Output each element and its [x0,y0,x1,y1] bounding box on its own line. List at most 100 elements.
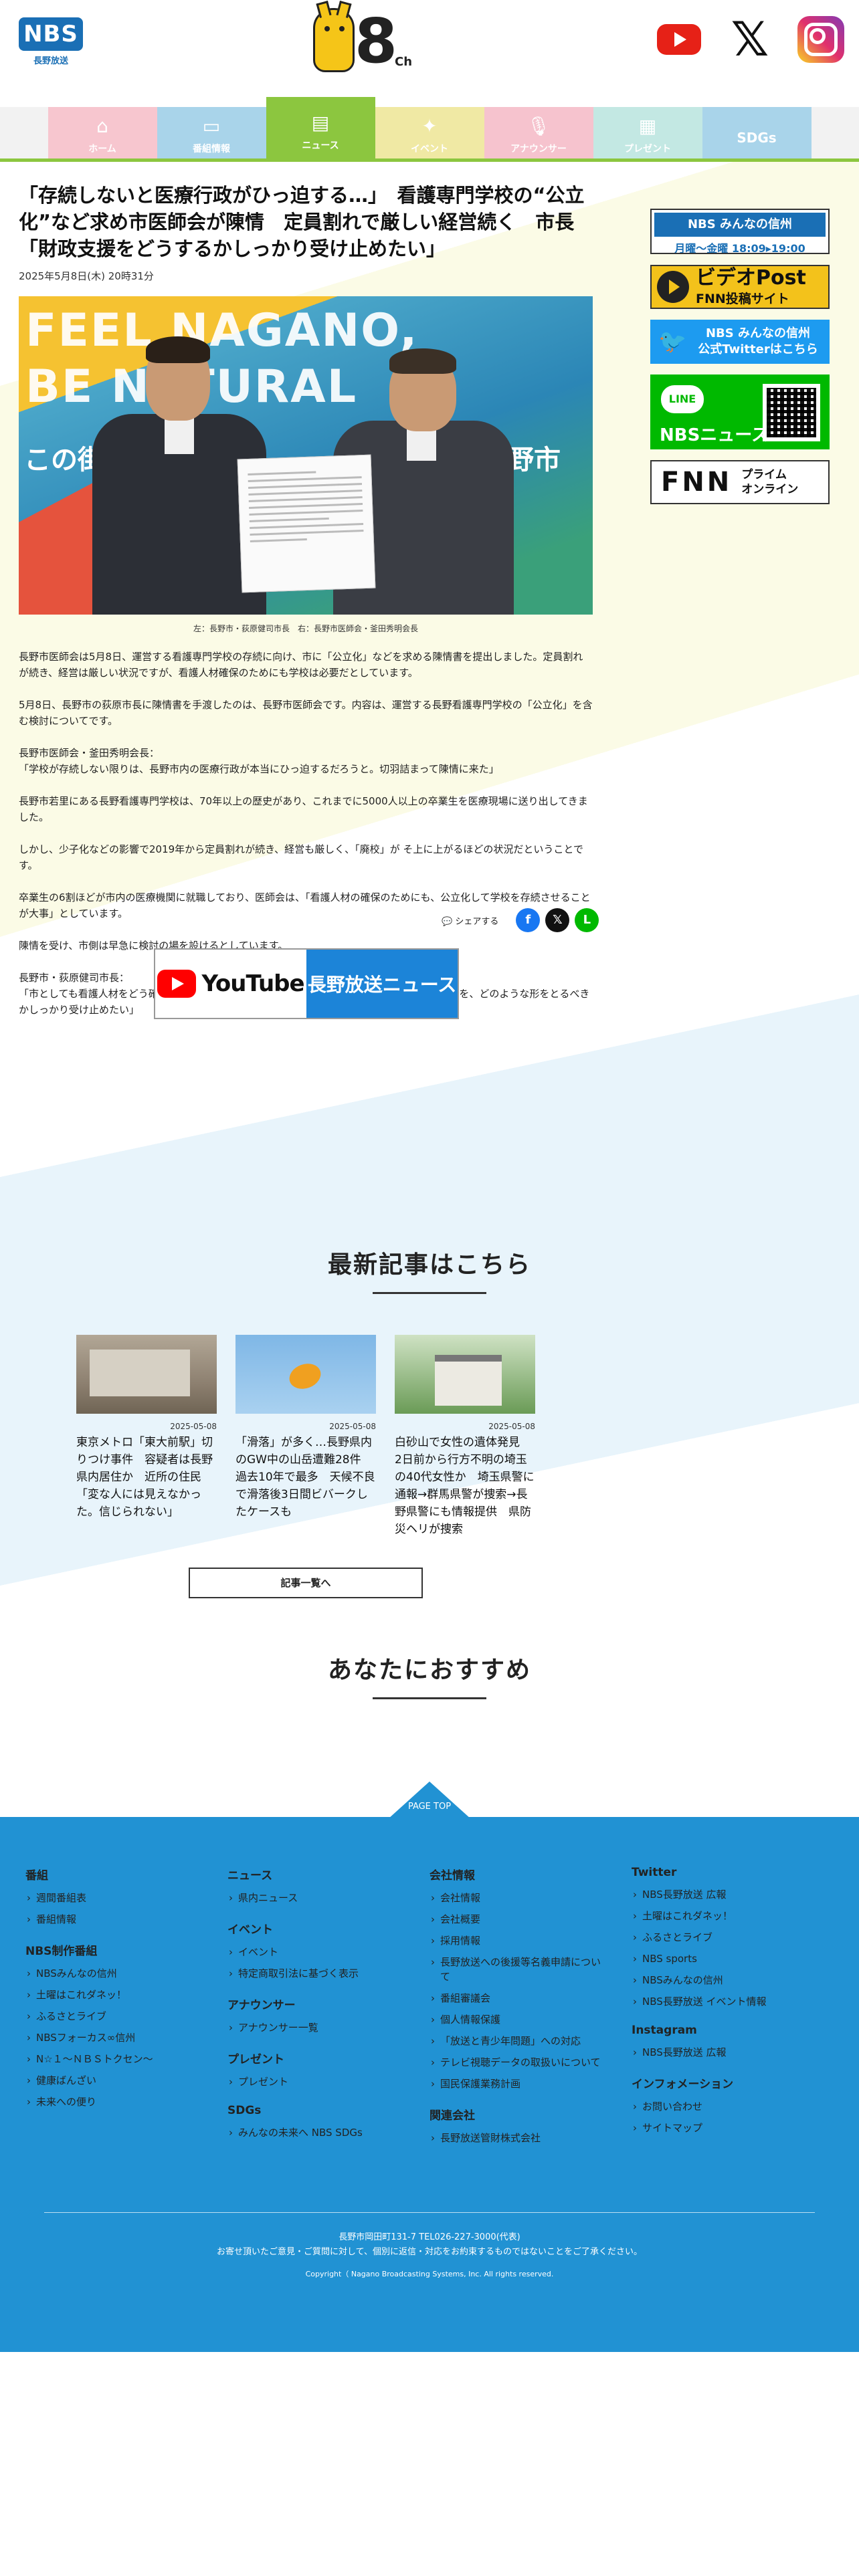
footer-link[interactable]: 番組審議会 [430,1991,610,2006]
youtube-icon [157,970,197,998]
footer-link[interactable]: NBS長野放送 広報 [632,2045,812,2060]
channel-8-logo[interactable]: 8 Ch [313,1,420,75]
article-paragraph: 長野市医師会は5月8日、運営する看護専門学校の存続に向け、市に「公立化」などを求… [19,651,583,679]
footer-link[interactable]: 長野放送管財株式会社 [430,2131,610,2145]
footer-link[interactable]: 週間番組表 [25,1891,206,1905]
banner-text: NBS みんなの信州 公式Twitterはこちら [698,326,818,356]
footer-link[interactable]: 番組情報 [25,1912,206,1927]
footer-link[interactable]: 採用情報 [430,1933,610,1948]
footer-link[interactable]: 国民保護業務計画 [430,2076,610,2091]
footer-heading: 会社情報 [430,1869,475,1883]
footer-column-1: 番組 週間番組表 番組情報 NBS制作番組 NBSみんなの信州 土曜はこれダネッ… [25,1862,206,2124]
footer-link[interactable]: 会社概要 [430,1912,610,1927]
footer-link[interactable]: アナウンサー一覧 [227,2020,408,2035]
footer-link[interactable]: 長野放送への後援等名義申請について [430,1955,610,1984]
line-news-banner[interactable]: LINE NBSニュース [650,374,830,449]
footer-link[interactable]: NBSフォーカス∞信州 [25,2030,206,2045]
footer-link[interactable]: 土曜はこれダネッ！ [25,1988,206,2002]
fnn-prime-banner[interactable]: FNN プライム オンライン [650,460,830,504]
article: 「存続しないと医療行政がひっ迫する…」 看護専門学校の“公立化”など求め市医師会… [19,182,593,1034]
nav-item-programs[interactable]: ▭ 番組情報 [157,107,266,158]
article-paragraph: 長野市医師会・釜田秀明会長： 「学校が存続しない限りは、長野市内の医療行政が本当… [19,747,499,775]
footer-link[interactable]: NBS長野放送 イベント情報 [632,1994,812,2009]
footer-link[interactable]: みんなの未来へ NBS SDGs [227,2125,408,2140]
minna-no-shinshu-banner[interactable]: NBS みんなの信州 月曜～金曜 18:09▸19:00 [650,209,830,254]
twitter-bird-icon: 🐦 [658,328,687,355]
nav-item-home[interactable]: ⌂ ホーム [47,107,157,158]
footer-link[interactable]: 未来への便り [25,2095,206,2109]
twitter-banner[interactable]: 🐦 NBS みんなの信州 公式Twitterはこちら [650,320,830,364]
share-label: 💬 シェアする [442,916,499,927]
all-articles-button[interactable]: 記事一覧へ [189,1568,423,1598]
youtube-icon[interactable] [657,16,701,63]
footer-address: 長野市岡田町131-7 TEL026-227-3000(代表) [339,2232,520,2242]
nav-item-announcers[interactable]: 🎙 アナウンサー [484,107,593,158]
footer-link[interactable]: N☆１～ＮＢＳトクセン～ [25,2052,206,2066]
article-photo: FEEL NAGANO, BE NATURAL この街 野市 [19,296,593,615]
x-share-icon[interactable]: 𝕏 [545,908,570,932]
footer-link[interactable]: お問い合わせ [632,2099,812,2114]
footer-divider [44,2212,815,2213]
instagram-icon[interactable] [797,16,844,63]
footer-column-2: ニュース 県内ニュース イベント イベント 特定商取引法に基づく表示 アナウンサ… [227,1862,408,2155]
page-top-button[interactable]: PAGE TOP [388,1782,471,1819]
nav-item-news[interactable]: ▤ ニュース [266,97,375,158]
x-icon[interactable]: 𝕏 [727,16,773,63]
footer-link[interactable]: イベント [227,1945,408,1959]
article-paragraph: 長野市若里にある長野看護専門学校は、70年以上の歴史があり、これまでに5000人… [19,795,588,823]
nav-item-label: ニュース [302,140,339,151]
footer-link[interactable]: 「放送と青少年問題」への対応 [430,2034,610,2048]
footer-heading: 関連会社 [430,2109,475,2123]
footer-heading: Twitter [632,1866,677,1879]
footer-link[interactable]: 特定商取引法に基づく表示 [227,1966,408,1981]
footer-link[interactable]: プレゼント [227,2074,408,2089]
article-card-date: 2025-05-08 [329,1422,376,1431]
video-post-banner[interactable]: ビデオPost FNN投稿サイト [650,265,830,309]
article-thumbnail [395,1335,535,1414]
photo-backdrop-text: 野市 [507,445,561,475]
footer-link[interactable]: 県内ニュース [227,1891,408,1905]
footer-link[interactable]: 健康ばんざい [25,2073,206,2088]
footer-heading: 番組 [25,1869,48,1883]
footer-link[interactable]: テレビ視聴データの取扱いについて [430,2055,610,2070]
footer-notice: お寄せ頂いたご意見・ご質問に対して、個別に返信・対応をお約束するものではないこと… [217,2247,642,2257]
nav-item-sdgs[interactable]: SDGs [702,107,812,158]
nav-item-events[interactable]: ✦ イベント [375,107,484,158]
footer-link[interactable]: NBS sports [632,1951,812,1966]
footer-column-3: 会社情報 会社情報 会社概要 採用情報 長野放送への後援等名義申請について 番組… [430,1862,610,2160]
facebook-share-icon[interactable]: f [516,908,541,932]
footer-heading: プレゼント [227,2053,284,2066]
footer-heading: イベント [227,1923,273,1937]
latest-section-title: 最新記事はこちら [0,1245,859,1294]
sidebar: NBS みんなの信州 月曜～金曜 18:09▸19:00 ビデオPost FNN… [650,209,830,515]
footer-link[interactable]: NBSみんなの信州 [25,1966,206,1981]
qr-code-icon [763,384,820,441]
footer-link[interactable]: ふるさとライブ [632,1930,812,1945]
youtube-channel-banner[interactable]: YouTube 長野放送ニュース [154,948,459,1019]
footer-link[interactable]: 土曜はこれダネッ！ [632,1909,812,1923]
article-card[interactable]: 2025-05-08 「滑落」が多く…長野県内のGW中の山岳遭難28件 過去10… [235,1335,376,1538]
nbs-logo[interactable]: NBS 長野放送 [19,17,83,66]
banner-subtitle: FNN投稿サイト [696,291,789,306]
banner-title: ビデオPost [696,265,806,290]
footer-link[interactable]: サイトマップ [632,2121,812,2135]
youtube-wordmark: YouTube [201,970,304,997]
footer-link[interactable]: 個人情報保護 [430,2012,610,2027]
footer-heading: インフォメーション [632,2078,734,2091]
banner-subtitle: プライム オンライン [741,468,799,496]
mic-icon: 🎙 [527,115,551,137]
footer-link[interactable]: ふるさとライブ [25,2009,206,2024]
home-icon: ⌂ [96,115,108,137]
footer-link[interactable]: NBS長野放送 広報 [632,1887,812,1902]
article-title: 「存続しないと医療行政がひっ迫する…」 看護専門学校の“公立化”など求め市医師会… [19,184,585,260]
nav-item-present[interactable]: ▦ プレゼント [593,107,702,158]
line-share-icon[interactable]: L [575,908,599,932]
nav-item-label: SDGs [737,130,777,146]
article-card[interactable]: 2025-05-08 白砂山で女性の遺体発見 2日前から行方不明の埼玉の40代女… [395,1335,535,1538]
article-card[interactable]: 2025-05-08 東京メトロ「東大前駅」切りつけ事件 容疑者は長野県内居住か… [76,1335,217,1538]
event-icon: ✦ [421,115,438,137]
banner-title: NBS みんなの信州 [654,213,826,237]
article-card-date: 2025-05-08 [170,1422,217,1431]
footer-link[interactable]: NBSみんなの信州 [632,1973,812,1988]
footer-link[interactable]: 会社情報 [430,1891,610,1905]
